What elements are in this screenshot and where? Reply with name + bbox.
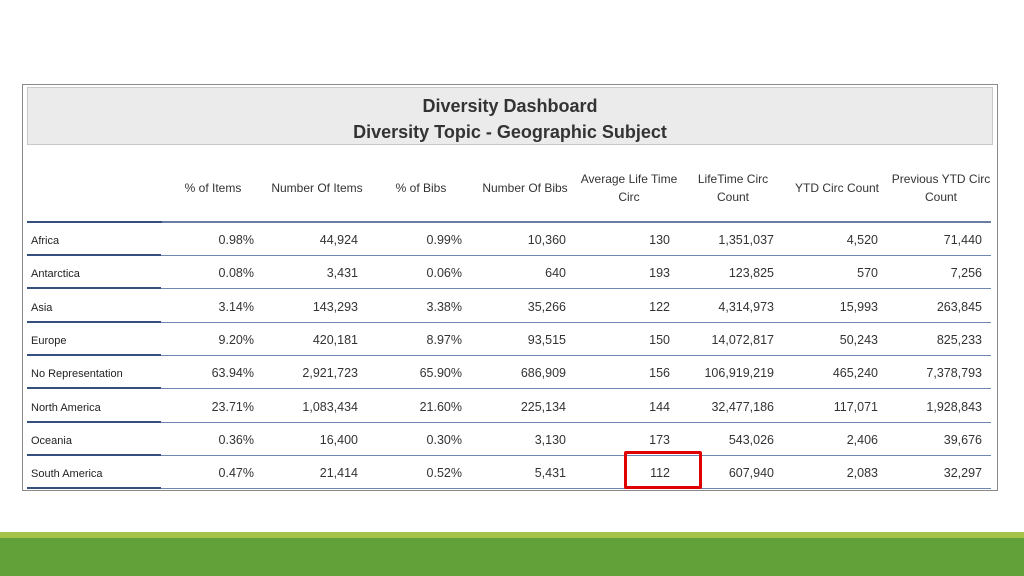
table-cell: 143,293 (312, 299, 358, 314)
table-cell: 420,181 (312, 332, 358, 347)
table-row[interactable]: No Representation 63.94% 2,921,723 65.90% 68… (27, 356, 991, 390)
column-header-avg-life-time-circ[interactable]: Average Life Time Circ (577, 155, 681, 221)
table-cell: 144 (649, 399, 670, 414)
table-cell: 0.36% (218, 432, 254, 447)
row-label: North America (31, 401, 101, 414)
table-cell: 71,440 (943, 233, 982, 247)
row-label: Asia (31, 301, 53, 314)
table-row[interactable]: Asia 3.14% 143,293 3.38% 35,266 122 4,314,973 1… (27, 290, 991, 323)
table-cell: 21,414 (319, 466, 358, 481)
table-cell: 3,431 (326, 266, 358, 281)
table-cell: 65.90% (419, 366, 462, 381)
table-cell: 21.60% (419, 399, 462, 414)
dashboard-frame: Diversity Dashboard Diversity Topic - Ge… (22, 84, 998, 491)
table-cell: 225,134 (520, 399, 566, 414)
table-cell: 39,676 (943, 432, 982, 447)
dashboard-title: Diversity Dashboard (422, 96, 598, 116)
table-cell: 686,909 (520, 366, 566, 381)
column-header-number-bibs[interactable]: Number Of Bibs (473, 155, 577, 221)
table-cell: 50,243 (839, 332, 878, 347)
table-cell: 0.47% (218, 466, 254, 481)
row-label: South America (31, 468, 103, 481)
table-cell: 4,520 (846, 233, 878, 247)
table-cell: 1,351,037 (718, 233, 774, 247)
table-cell: 14,072,817 (711, 332, 774, 347)
table-cell: 35,266 (527, 299, 566, 314)
table-cell: 2,406 (846, 432, 878, 447)
table-cell: 32,297 (943, 466, 982, 481)
highlight-box (624, 451, 702, 489)
table-cell: 0.06% (426, 266, 462, 281)
table-cell: 130 (649, 233, 670, 247)
table-cell: 156 (649, 366, 670, 381)
table-row[interactable]: North America 23.71% 1,083,434 21.60% 225,13… (27, 390, 991, 423)
table-cell: 825,233 (936, 332, 982, 347)
table-cell: 122 (649, 299, 670, 314)
table-cell: 8.97% (426, 332, 462, 347)
table-cell: 0.99% (426, 233, 462, 247)
table-cell: 93,515 (527, 332, 566, 347)
table-cell: 7,256 (950, 266, 982, 281)
table-cell: 5,431 (534, 466, 566, 481)
column-header-previous-ytd-circ-count[interactable]: Previous YTD Circ Count (889, 155, 993, 221)
table-cell: 44,924 (319, 233, 358, 247)
table-cell: 0.52% (426, 466, 462, 481)
row-label: No Representation (31, 368, 123, 381)
row-label: Antarctica (31, 268, 80, 281)
table-row[interactable]: Oceania 0.36% 16,400 0.30% 3,130 173 543,026 2,… (27, 423, 991, 456)
table-cell: 9.20% (218, 332, 254, 347)
table-cell: 465,240 (832, 366, 878, 381)
table-cell: 2,921,723 (302, 366, 358, 381)
table-cell: 4,314,973 (718, 299, 774, 314)
row-divider-left (27, 487, 161, 490)
column-header-number-items[interactable]: Number Of Items (265, 155, 369, 221)
table-cell: 7,378,793 (926, 366, 982, 381)
table-cell: 0.30% (426, 432, 462, 447)
table-cell: 150 (649, 332, 670, 347)
table-cell: 123,825 (728, 266, 774, 281)
table-cell: 15,993 (839, 299, 878, 314)
dashboard-title-box: Diversity Dashboard Diversity Topic - Ge… (27, 87, 993, 145)
column-header-pct-bibs[interactable]: % of Bibs (369, 155, 473, 221)
row-label: Europe (31, 334, 67, 347)
table-cell: 32,477,186 (711, 399, 774, 414)
table-cell: 10,360 (527, 233, 566, 247)
table-cell: 0.98% (218, 233, 254, 247)
row-divider (27, 488, 991, 490)
table-cell: 63.94% (211, 366, 254, 381)
table-cell: 263,845 (936, 299, 982, 314)
table-cell: 193 (649, 266, 670, 281)
table-cell: 640 (545, 266, 566, 281)
footer-bar (0, 538, 1024, 576)
table-cell: 1,083,434 (302, 399, 358, 414)
table-cell: 0.08% (218, 266, 254, 281)
table-cell: 16,400 (319, 432, 358, 447)
column-header-ytd-circ-count[interactable]: YTD Circ Count (785, 155, 889, 221)
table-row[interactable]: Antarctica 0.08% 3,431 0.06% 640 193 123,825 57… (27, 256, 991, 290)
table-cell: 117,071 (833, 399, 878, 414)
table-cell: 1,928,843 (926, 399, 982, 414)
table-row[interactable]: Africa 0.98% 44,924 0.99% 10,360 130 1,351,037… (27, 223, 991, 256)
column-header-lifetime-circ-count[interactable]: LifeTime Circ Count (681, 155, 785, 221)
table-row[interactable]: South America 0.47% 21,414 0.52% 5,431 112 607… (27, 456, 991, 490)
row-label: Oceania (31, 434, 72, 447)
dashboard-subtitle: Diversity Topic - Geographic Subject (353, 122, 667, 142)
table-cell: 2,083 (846, 466, 878, 481)
table-row[interactable]: Europe 9.20% 420,181 8.97% 93,515 150 14,072,8… (27, 323, 991, 356)
table-cell: 3.14% (218, 299, 254, 314)
column-header-pct-items[interactable]: % of Items (161, 155, 265, 221)
table-cell: 3,130 (534, 432, 566, 447)
table-cell: 3.38% (426, 299, 462, 314)
table-cell: 570 (857, 266, 878, 281)
row-label: Africa (31, 235, 60, 247)
table-cell: 23.71% (211, 399, 254, 414)
table-cell: 106,919,219 (704, 366, 774, 381)
